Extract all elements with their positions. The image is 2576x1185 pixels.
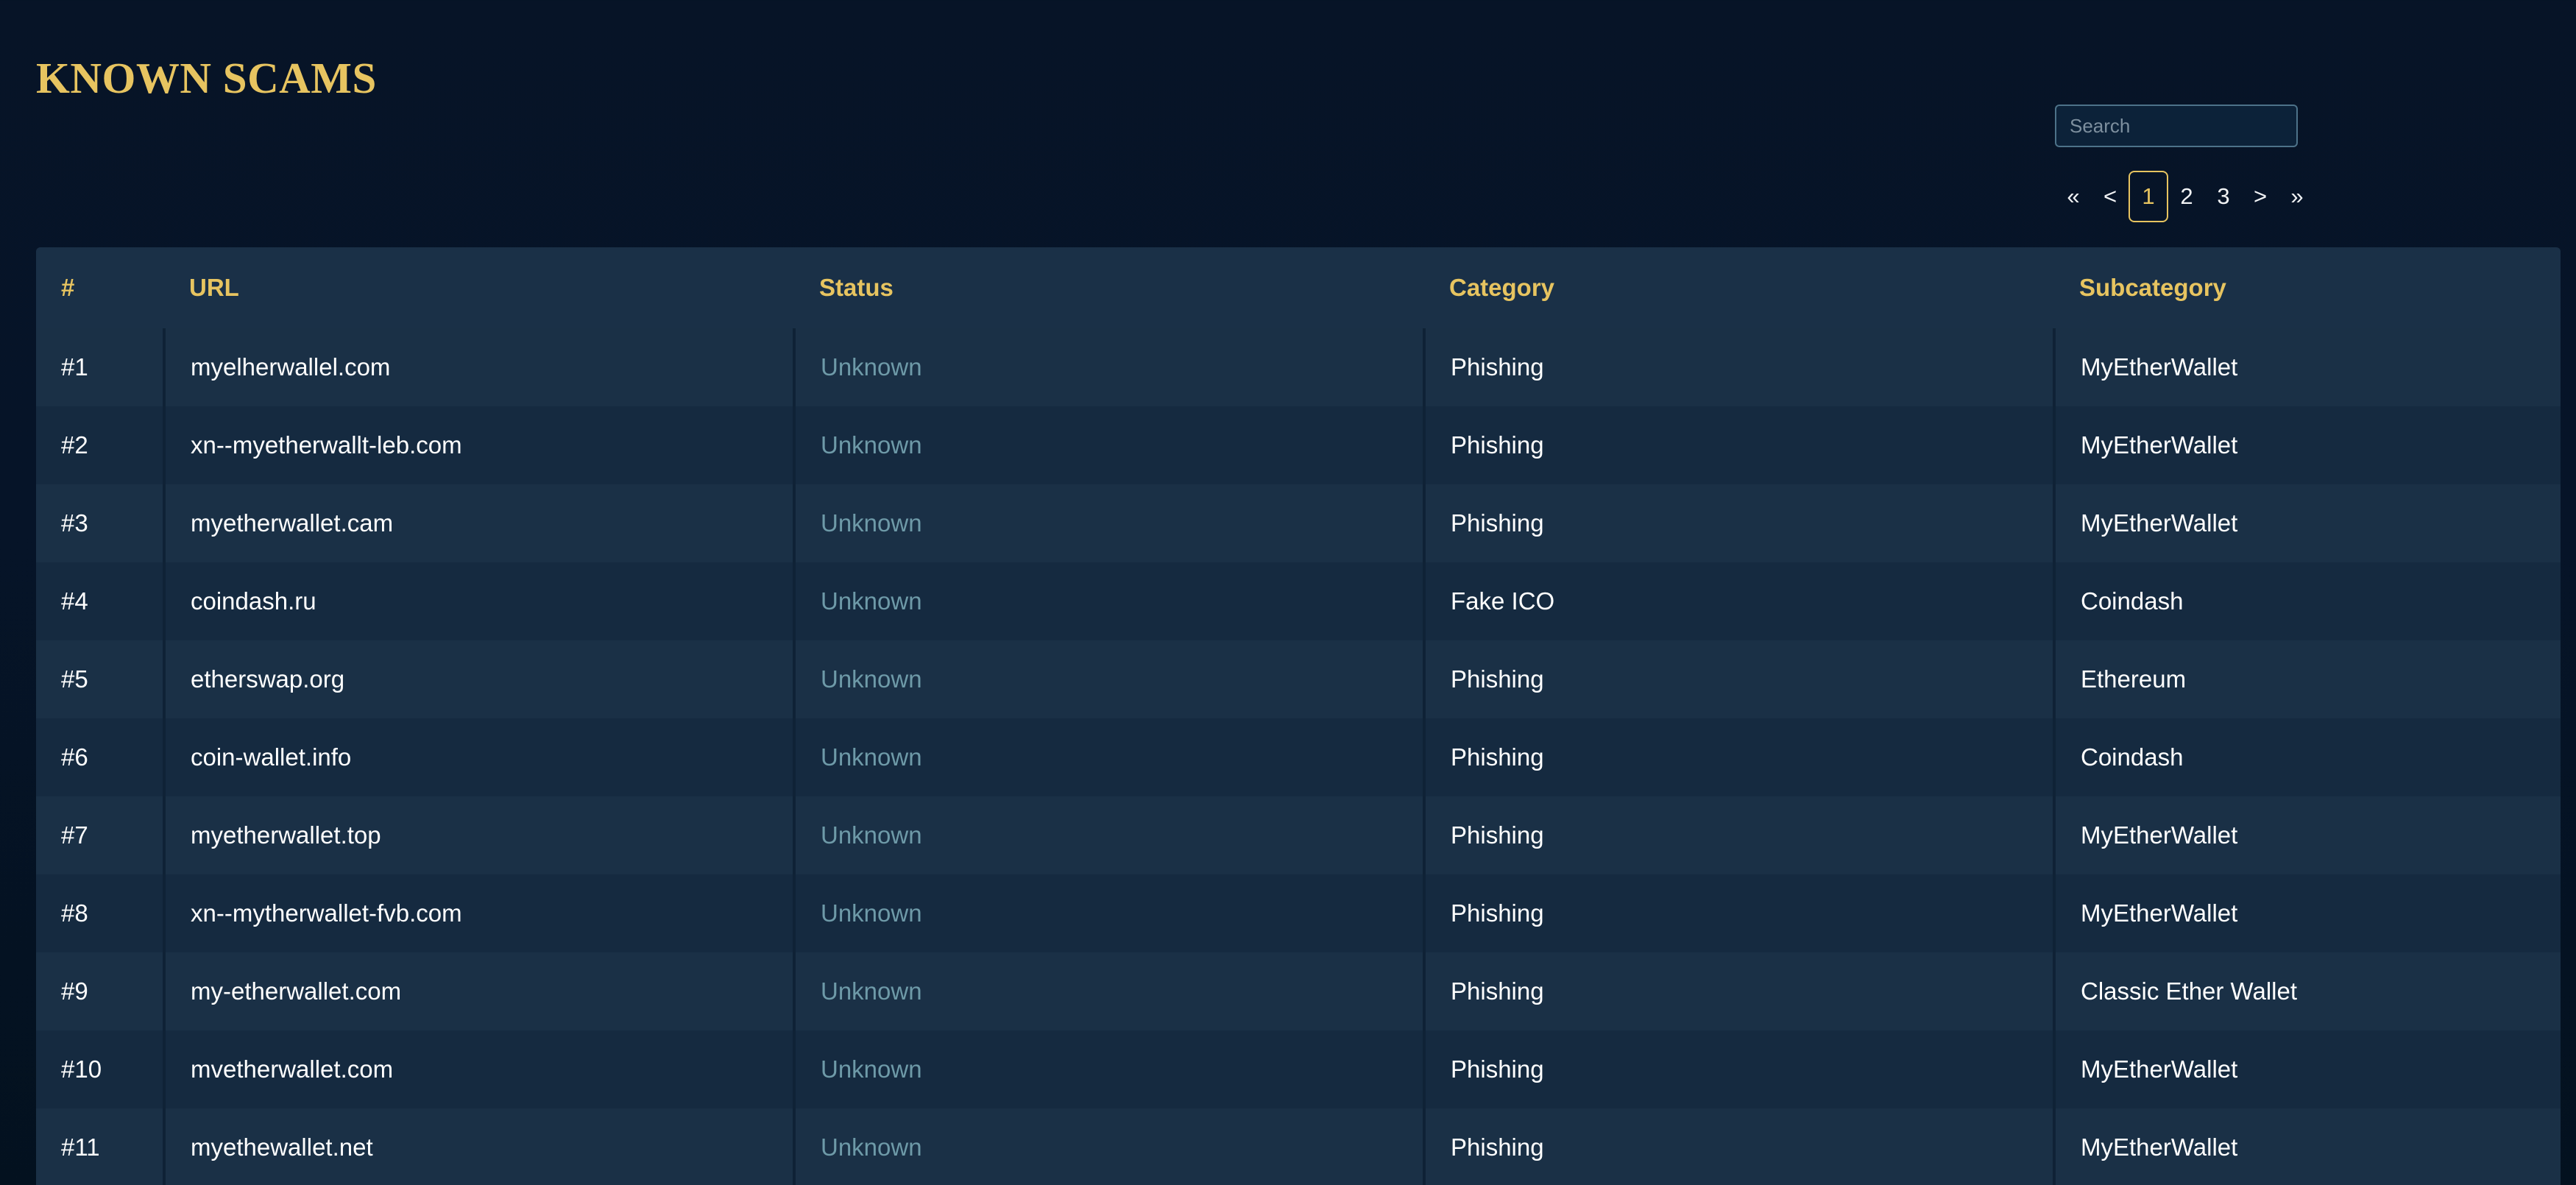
row-category: Phishing bbox=[1423, 952, 2054, 1030]
row-url: xn--myetherwallt-leb.com bbox=[163, 406, 794, 484]
row-status: Unknown bbox=[793, 1108, 1424, 1185]
row-subcategory: MyEtherWallet bbox=[2053, 484, 2561, 562]
row-id: #8 bbox=[36, 874, 164, 952]
row-url: my-etherwallet.com bbox=[163, 952, 794, 1030]
table-row[interactable]: #3 myetherwallet.cam Unknown Phishing My… bbox=[36, 484, 2561, 562]
page-title: KNOWN SCAMS bbox=[36, 54, 377, 102]
table-row[interactable]: #4 coindash.ru Unknown Fake ICO Coindash bbox=[36, 562, 2561, 640]
pagination-page-1[interactable]: 1 bbox=[2129, 171, 2168, 222]
row-id: #10 bbox=[36, 1030, 164, 1108]
row-status: Unknown bbox=[793, 718, 1424, 796]
row-category: Phishing bbox=[1423, 640, 2054, 718]
row-id: #4 bbox=[36, 562, 164, 640]
row-id: #11 bbox=[36, 1108, 164, 1185]
row-status: Unknown bbox=[793, 406, 1424, 484]
row-url: xn--mytherwallet-fvb.com bbox=[163, 874, 794, 952]
table-row[interactable]: #10 mvetherwallet.com Unknown Phishing M… bbox=[36, 1030, 2561, 1108]
column-header-url[interactable]: URL bbox=[164, 247, 794, 328]
table-row[interactable]: #7 myetherwallet.top Unknown Phishing My… bbox=[36, 796, 2561, 874]
row-subcategory: Ethereum bbox=[2053, 640, 2561, 718]
pagination-next-button[interactable]: > bbox=[2242, 171, 2279, 222]
row-subcategory: MyEtherWallet bbox=[2053, 1108, 2561, 1185]
column-header-category[interactable]: Category bbox=[1424, 247, 2054, 328]
row-status: Unknown bbox=[793, 484, 1424, 562]
row-id: #2 bbox=[36, 406, 164, 484]
row-category: Phishing bbox=[1423, 1030, 2054, 1108]
row-id: #3 bbox=[36, 484, 164, 562]
row-status: Unknown bbox=[793, 1030, 1424, 1108]
column-header-status[interactable]: Status bbox=[794, 247, 1424, 328]
row-id: #6 bbox=[36, 718, 164, 796]
table-row[interactable]: #5 etherswap.org Unknown Phishing Ethere… bbox=[36, 640, 2561, 718]
row-url: etherswap.org bbox=[163, 640, 794, 718]
pagination-page-3[interactable]: 3 bbox=[2205, 171, 2242, 222]
row-subcategory: MyEtherWallet bbox=[2053, 796, 2561, 874]
row-status: Unknown bbox=[793, 640, 1424, 718]
table-row[interactable]: #11 myethewallet.net Unknown Phishing My… bbox=[36, 1108, 2561, 1185]
row-subcategory: MyEtherWallet bbox=[2053, 406, 2561, 484]
pagination-page-2[interactable]: 2 bbox=[2168, 171, 2205, 222]
row-subcategory: Classic Ether Wallet bbox=[2053, 952, 2561, 1030]
row-id: #9 bbox=[36, 952, 164, 1030]
row-category: Fake ICO bbox=[1423, 562, 2054, 640]
pagination-first-button[interactable]: « bbox=[2055, 171, 2092, 222]
row-url: myetherwallet.cam bbox=[163, 484, 794, 562]
pagination-prev-button[interactable]: < bbox=[2092, 171, 2129, 222]
row-subcategory: MyEtherWallet bbox=[2053, 328, 2561, 406]
search-input[interactable] bbox=[2055, 105, 2298, 147]
row-url: coindash.ru bbox=[163, 562, 794, 640]
row-subcategory: Coindash bbox=[2053, 718, 2561, 796]
table-row[interactable]: #2 xn--myetherwallt-leb.com Unknown Phis… bbox=[36, 406, 2561, 484]
row-url: coin-wallet.info bbox=[163, 718, 794, 796]
row-category: Phishing bbox=[1423, 484, 2054, 562]
row-subcategory: MyEtherWallet bbox=[2053, 1030, 2561, 1108]
column-header-number[interactable]: # bbox=[36, 247, 164, 328]
row-status: Unknown bbox=[793, 328, 1424, 406]
row-id: #7 bbox=[36, 796, 164, 874]
scams-table-container: # URL Status Category Subcategory #1 mye… bbox=[36, 247, 2561, 1185]
row-category: Phishing bbox=[1423, 874, 2054, 952]
table-row[interactable]: #1 myelherwallel.com Unknown Phishing My… bbox=[36, 328, 2561, 406]
table-row[interactable]: #8 xn--mytherwallet-fvb.com Unknown Phis… bbox=[36, 874, 2561, 952]
row-status: Unknown bbox=[793, 562, 1424, 640]
column-header-subcategory[interactable]: Subcategory bbox=[2054, 247, 2561, 328]
row-category: Phishing bbox=[1423, 406, 2054, 484]
row-url: myetherwallet.top bbox=[163, 796, 794, 874]
row-status: Unknown bbox=[793, 796, 1424, 874]
pagination: « < 1 2 3 > » bbox=[2055, 169, 2315, 224]
row-category: Phishing bbox=[1423, 1108, 2054, 1185]
row-category: Phishing bbox=[1423, 328, 2054, 406]
row-subcategory: Coindash bbox=[2053, 562, 2561, 640]
table-row[interactable]: #9 my-etherwallet.com Unknown Phishing C… bbox=[36, 952, 2561, 1030]
row-url: myethewallet.net bbox=[163, 1108, 794, 1185]
pagination-last-button[interactable]: » bbox=[2279, 171, 2315, 222]
row-url: myelherwallel.com bbox=[163, 328, 794, 406]
table-row[interactable]: #6 coin-wallet.info Unknown Phishing Coi… bbox=[36, 718, 2561, 796]
row-status: Unknown bbox=[793, 874, 1424, 952]
row-id: #5 bbox=[36, 640, 164, 718]
row-status: Unknown bbox=[793, 952, 1424, 1030]
row-url: mvetherwallet.com bbox=[163, 1030, 794, 1108]
table-header-row: # URL Status Category Subcategory bbox=[36, 247, 2561, 328]
row-category: Phishing bbox=[1423, 718, 2054, 796]
row-category: Phishing bbox=[1423, 796, 2054, 874]
row-id: #1 bbox=[36, 328, 164, 406]
row-subcategory: MyEtherWallet bbox=[2053, 874, 2561, 952]
scams-table: # URL Status Category Subcategory #1 mye… bbox=[36, 247, 2561, 1185]
